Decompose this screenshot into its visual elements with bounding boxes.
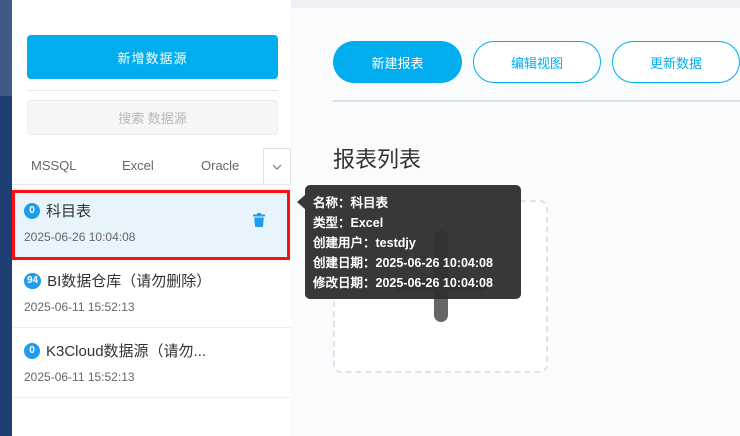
edit-view-button[interactable]: 编辑视图 bbox=[473, 41, 601, 83]
tabs-more-button[interactable] bbox=[263, 148, 291, 184]
datasource-item-name: 科目表 bbox=[46, 203, 92, 220]
tooltip-type: 类型：Excel bbox=[313, 216, 384, 230]
datasource-type-tabs: MSSQL Excel Oracle bbox=[12, 148, 291, 184]
datasource-item-title: 0 科目表 bbox=[24, 200, 91, 221]
tab-mssql[interactable]: MSSQL bbox=[31, 148, 77, 184]
datasource-item-title: 94 BI数据仓库（请勿删除） bbox=[24, 270, 211, 291]
datasource-item-title: 0 K3Cloud数据源（请勿... bbox=[24, 340, 206, 361]
datasource-sidebar: 新增数据源 搜索 数据源 MSSQL Excel Oracle 0 科目表 20… bbox=[12, 0, 291, 436]
count-badge: 94 bbox=[24, 272, 42, 289]
main-top-strip bbox=[291, 0, 740, 8]
count-badge: 0 bbox=[24, 202, 40, 219]
tooltip-modified: 修改日期：2025-06-26 10:04:08 bbox=[313, 276, 493, 290]
datasource-item-name: BI数据仓库（请勿删除） bbox=[47, 273, 212, 290]
tooltip-name: 名称：科目表 bbox=[313, 196, 389, 210]
update-data-button[interactable]: 更新数据 bbox=[612, 41, 740, 83]
trash-icon[interactable] bbox=[253, 213, 265, 227]
page-title: 报表列表 bbox=[333, 147, 422, 172]
datasource-item-date: 2025-06-11 15:52:13 bbox=[24, 370, 135, 384]
chevron-down-icon bbox=[272, 164, 282, 170]
nav-strip-top bbox=[0, 0, 12, 96]
toolbar-divider bbox=[333, 100, 740, 102]
datasource-info-tooltip: 名称：科目表 类型：Excel 创建用户：testdjy 创建日期：2025-0… bbox=[305, 185, 521, 299]
datasource-item-name: K3Cloud数据源（请勿... bbox=[46, 343, 207, 360]
tab-excel[interactable]: Excel bbox=[122, 148, 154, 184]
datasource-item[interactable]: 94 BI数据仓库（请勿删除） 2025-06-11 15:52:13 bbox=[12, 258, 291, 328]
count-badge: 0 bbox=[24, 342, 40, 359]
datasource-item[interactable]: 0 K3Cloud数据源（请勿... 2025-06-11 15:52:13 bbox=[12, 328, 291, 398]
tooltip-creator: 创建用户：testdjy bbox=[313, 236, 416, 250]
datasource-search-input[interactable]: 搜索 数据源 bbox=[27, 100, 278, 135]
tooltip-created: 创建日期：2025-06-26 10:04:08 bbox=[313, 256, 493, 270]
datasource-item[interactable]: 0 科目表 2025-06-26 10:04:08 bbox=[12, 188, 291, 258]
tabs-divider bbox=[12, 184, 291, 185]
tooltip-arrow bbox=[297, 195, 305, 209]
left-nav-strip bbox=[0, 0, 12, 436]
add-datasource-button[interactable]: 新增数据源 bbox=[27, 35, 278, 79]
tab-oracle[interactable]: Oracle bbox=[201, 148, 239, 184]
datasource-item-date: 2025-06-26 10:04:08 bbox=[24, 230, 136, 244]
new-report-button[interactable]: 新建报表 bbox=[333, 41, 462, 83]
datasource-item-date: 2025-06-11 15:52:13 bbox=[24, 300, 135, 314]
sidebar-divider bbox=[27, 90, 278, 91]
